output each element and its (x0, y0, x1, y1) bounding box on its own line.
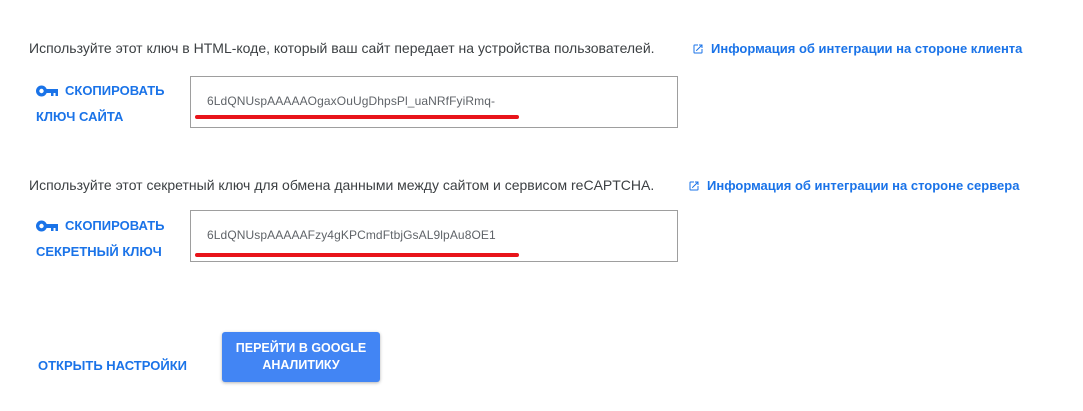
copy-site-key-label-line2: КЛЮЧ САЙТА (36, 109, 124, 124)
server-integration-link[interactable]: Информация об интеграции на стороне серв… (688, 178, 1019, 193)
client-integration-link[interactable]: Информация об интеграции на стороне клие… (692, 41, 1022, 56)
open-in-new-icon (689, 181, 699, 190)
site-key-value: 6LdQNUspAAAAAOgaxOuUgDhpsPl_uaNRfFyiRmq- (207, 94, 496, 108)
go-to-google-analytics-button[interactable]: ПЕРЕЙТИ В GOOGLE АНАЛИТИКУ (222, 332, 380, 382)
site-key-field[interactable]: 6LdQNUspAAAAAOgaxOuUgDhpsPl_uaNRfFyiRmq- (190, 76, 678, 128)
copy-site-key-label-line1: СКОПИРОВАТЬ (65, 83, 165, 98)
key-icon (36, 220, 58, 232)
site-key-description: Используйте этот ключ в HTML-коде, котор… (29, 40, 655, 56)
redaction-underline (195, 115, 519, 119)
client-integration-link-label: Информация об интеграции на стороне клие… (711, 41, 1023, 56)
copy-secret-key-label-line1: СКОПИРОВАТЬ (65, 218, 165, 233)
open-in-new-icon (693, 44, 703, 53)
copy-site-key-button[interactable]: СКОПИРОВАТЬ КЛЮЧ САЙТА (36, 78, 186, 130)
key-icon (36, 85, 58, 97)
secret-key-description: Используйте этот секретный ключ для обме… (29, 177, 655, 193)
secret-key-value: 6LdQNUspAAAAAFzy4gKPCmdFtbjGsAL9lpAu8OE1 (207, 228, 496, 242)
copy-secret-key-label-line2: СЕКРЕТНЫЙ КЛЮЧ (36, 244, 162, 259)
redaction-underline (195, 253, 519, 257)
secret-key-field[interactable]: 6LdQNUspAAAAAFzy4gKPCmdFtbjGsAL9lpAu8OE1 (190, 210, 678, 262)
server-integration-link-label: Информация об интеграции на стороне серв… (707, 178, 1020, 193)
copy-secret-key-button[interactable]: СКОПИРОВАТЬ СЕКРЕТНЫЙ КЛЮЧ (36, 213, 186, 265)
open-settings-link[interactable]: ОТКРЫТЬ НАСТРОЙКИ (38, 358, 187, 373)
recaptcha-keys-page: Используйте этот ключ в HTML-коде, котор… (0, 0, 1083, 411)
